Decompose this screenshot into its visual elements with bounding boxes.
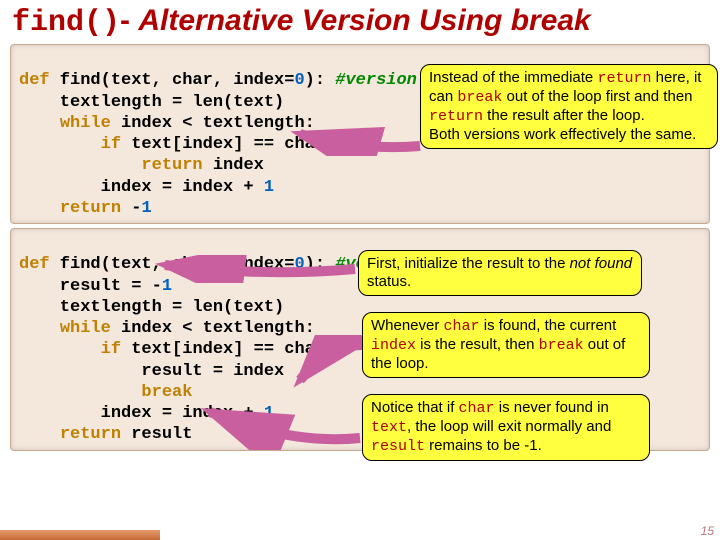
arrow-icon: [290, 126, 430, 156]
callout-break-instead-of-return: Instead of the immediate return here, it…: [420, 64, 718, 149]
arrow-icon: [155, 255, 365, 283]
callout-found-break: Whenever char is found, the current inde…: [362, 312, 650, 378]
arrow-icon: [290, 335, 370, 395]
arrow-icon: [200, 390, 370, 450]
page-number: 15: [701, 524, 714, 538]
callout-initialize-result: First, initialize the result to the not …: [358, 250, 642, 296]
title-code: find(): [12, 6, 120, 40]
slide-title: find()- Alternative Version Using break: [0, 0, 720, 42]
callout-not-found-result: Notice that if char is never found in te…: [362, 394, 650, 461]
footer-accent: [0, 530, 160, 540]
